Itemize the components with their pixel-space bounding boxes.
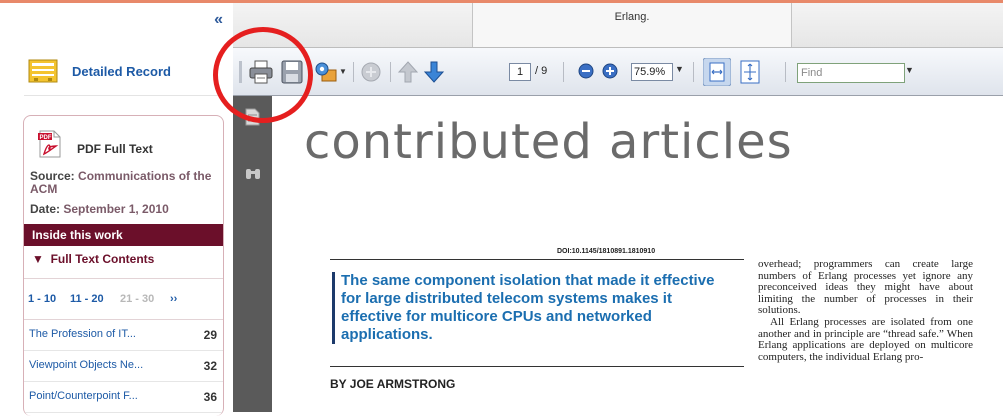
sidebar: « Detailed Record PDF PDF Full Text Sour… [0, 3, 234, 416]
list-item[interactable]: Viewpoint Objects Ne... 32 [24, 351, 223, 382]
comment-icon [361, 62, 381, 82]
toc-item-title[interactable]: The Profession of IT... [29, 328, 136, 340]
zoom-level-input[interactable]: 75.9% [631, 63, 673, 81]
document-page: contributed articles DOI:10.1145/1810891… [272, 96, 1003, 412]
page-number-input[interactable]: 1 [509, 63, 531, 81]
byline: BY JOE ARMSTRONG [330, 377, 456, 391]
list-item[interactable]: The Profession of IT... 29 [24, 320, 223, 351]
fit-width-icon[interactable] [703, 58, 731, 86]
toc-item-page: 29 [203, 328, 217, 342]
toc-item-title[interactable]: Viewpoint Objects Ne... [29, 359, 143, 371]
divider [330, 259, 744, 260]
divider [330, 366, 744, 367]
full-text-contents-toggle[interactable]: ▼ Full Text Contents [32, 252, 154, 266]
pdf-icon: PDF [38, 130, 61, 158]
next-page-icon[interactable] [423, 60, 445, 84]
sidebar-divider [24, 95, 222, 96]
collapse-sidebar-button[interactable]: « [214, 11, 223, 29]
tab-document[interactable]: Erlang. [472, 3, 792, 47]
toolbar-separator [693, 62, 694, 82]
pager-page-21-30: 21 - 30 [120, 293, 155, 305]
date-value: September 1, 2010 [63, 202, 169, 216]
pages-panel-icon[interactable] [245, 108, 261, 126]
zoom-dropdown-icon[interactable]: ▼ [675, 64, 684, 74]
list-item[interactable]: Point/Counterpoint F... 36 [24, 382, 223, 413]
pager-next-button[interactable]: ›› [170, 293, 177, 305]
doi-text: DOI:10.1145/1810891.1810910 [557, 248, 656, 255]
detailed-record-label[interactable]: Detailed Record [72, 64, 171, 79]
toolbar-separator [563, 62, 564, 82]
chevron-down-icon[interactable]: ▼ [339, 67, 347, 76]
section-heading: contributed articles [304, 114, 793, 170]
inside-this-work-header: Inside this work [24, 224, 223, 246]
source-info: Source: Communications of the ACM [30, 170, 220, 196]
pdf-toolbar: ▼ 1 / 9 75.9% ▼ Find ▼ [233, 48, 1003, 96]
navigation-rail [233, 96, 272, 412]
svg-text:PDF: PDF [40, 135, 52, 141]
find-input[interactable]: Find [797, 63, 905, 83]
full-text-card: PDF PDF Full Text Source: Communications… [23, 115, 224, 416]
toolbar-separator [353, 62, 354, 82]
previous-page-icon [397, 61, 419, 83]
share-icon[interactable] [313, 59, 339, 85]
zoom-out-icon[interactable] [578, 63, 594, 79]
triangle-down-icon: ▼ [32, 252, 44, 266]
toc-item-page: 36 [203, 390, 217, 404]
full-text-contents-label[interactable]: Full Text Contents [51, 252, 155, 266]
date-info: Date: September 1, 2010 [30, 202, 169, 216]
pager-page-1-10[interactable]: 1 - 10 [28, 293, 56, 305]
toolbar-separator [390, 62, 391, 82]
body-paragraph: overhead; programmers can create large n… [758, 258, 973, 317]
pdf-full-text-link[interactable]: PDF PDF Full Text [37, 130, 153, 158]
toc-list: The Profession of IT... 29 Viewpoint Obj… [24, 320, 223, 413]
toc-pager: 1 - 10 11 - 20 21 - 30 ›› [24, 278, 223, 320]
article-lead: The same component isolation that made i… [332, 272, 721, 344]
toolbar-separator [785, 62, 786, 82]
body-column: overhead; programmers can create large n… [758, 258, 973, 363]
source-label: Source: [30, 169, 75, 183]
binoculars-icon[interactable] [245, 166, 261, 180]
toc-item-page: 32 [203, 359, 217, 373]
detailed-record-icon [28, 59, 58, 83]
toolbar-grip-icon [239, 61, 242, 83]
body-paragraph: All Erlang processes are isolated from o… [758, 315, 973, 363]
pdf-full-text-label[interactable]: PDF Full Text [77, 142, 153, 156]
page-count: / 9 [535, 65, 548, 77]
pager-page-11-20[interactable]: 11 - 20 [70, 293, 104, 305]
toc-item-title[interactable]: Point/Counterpoint F... [29, 390, 138, 402]
date-label: Date: [30, 202, 61, 216]
pdf-viewer: Erlang. ▼ 1 / 9 75.9% ▼ Find ▼ contribut… [233, 3, 1003, 412]
zoom-in-icon[interactable] [602, 63, 618, 79]
fit-page-icon[interactable] [738, 59, 762, 85]
print-icon[interactable] [248, 59, 274, 85]
tab-title: Erlang. [614, 11, 650, 23]
tab-bar: Erlang. [233, 3, 1003, 48]
find-dropdown-icon[interactable]: ▼ [905, 65, 914, 75]
detailed-record-link[interactable]: Detailed Record [28, 59, 171, 83]
save-icon[interactable] [280, 59, 304, 85]
